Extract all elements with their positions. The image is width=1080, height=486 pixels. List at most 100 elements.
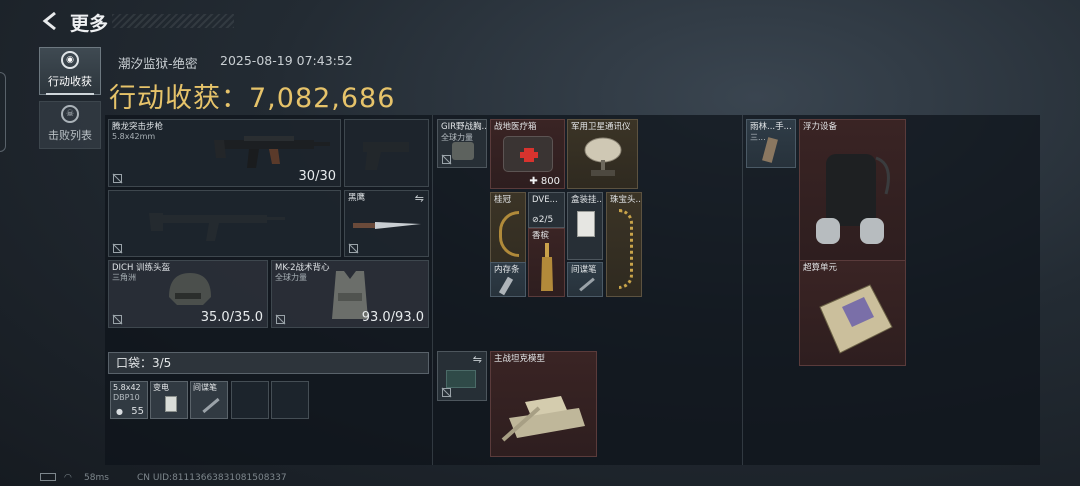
pistol-slot[interactable] bbox=[344, 119, 429, 187]
lock-icon: ⊘ bbox=[532, 215, 539, 224]
ammo-type: DBP10 bbox=[113, 393, 140, 402]
transformer-icon bbox=[165, 396, 177, 412]
pocket-empty-slot[interactable] bbox=[231, 381, 269, 419]
lock-icon bbox=[349, 244, 358, 253]
backpack-item-memory[interactable]: 内存条 bbox=[490, 262, 526, 297]
map-name: 潮汐监狱-绝密 bbox=[118, 56, 198, 71]
laurel-icon bbox=[499, 211, 519, 257]
item-brand: 三... bbox=[750, 133, 766, 142]
box-icon bbox=[577, 211, 595, 237]
item-name: 珠宝头... bbox=[610, 195, 642, 205]
pocket-item-ammo[interactable]: 5.8x42 DBP10 ● 55 bbox=[110, 381, 148, 419]
swap-icon[interactable]: ⇋ bbox=[473, 353, 482, 366]
skull-icon: ☠ bbox=[61, 105, 79, 123]
knife-icon bbox=[353, 222, 421, 229]
earnings-label: 行动收获： bbox=[109, 83, 249, 114]
back-button[interactable] bbox=[40, 10, 60, 32]
ammo-name: 5.8x42 bbox=[113, 383, 141, 392]
backpack-item-dve[interactable]: DVE... ⊘2/5 bbox=[528, 192, 565, 228]
lock-icon bbox=[442, 388, 451, 397]
weapon-ammo-count: 30/30 bbox=[298, 169, 336, 184]
armor-durability: 93.0/93.0 bbox=[361, 310, 424, 325]
safebox-item-rainforest[interactable]: 雨林...手... 三... bbox=[746, 119, 796, 168]
edge-handle bbox=[0, 72, 6, 152]
pen-icon bbox=[579, 277, 595, 292]
melee-slot[interactable]: 黑鹰 ⇋ bbox=[344, 190, 429, 257]
decorative-stripe bbox=[112, 14, 234, 28]
lock-icon bbox=[276, 315, 285, 324]
item-name: 内存条 bbox=[494, 265, 520, 275]
user-uid: CN UID:81113663831081508337 bbox=[137, 473, 287, 483]
backpack-item-tank-model[interactable]: 主战坦克模型 bbox=[490, 351, 597, 457]
backpack-item-medkit[interactable]: 战地医疗箱 ✚ 800 bbox=[490, 119, 565, 189]
helmet-slot[interactable]: DICH 训练头盔 三角洲 35.0/35.0 bbox=[108, 260, 268, 328]
backpack-item-champagne[interactable]: 香槟 bbox=[528, 228, 565, 297]
weapon-name: 腾龙突击步枪 bbox=[112, 122, 164, 132]
item-progress: ⊘2/5 bbox=[532, 215, 553, 225]
tab-loot[interactable]: ◉ 行动收获 bbox=[39, 47, 101, 95]
item-name: 超算单元 bbox=[803, 263, 838, 273]
ammo-count: 55 bbox=[131, 406, 144, 417]
rifle-silhouette-icon bbox=[149, 213, 285, 241]
raid-datetime: 2025-08-19 07:43:52 bbox=[220, 53, 353, 68]
item-name: 桂冠 bbox=[494, 195, 512, 205]
safebox-item-supercomputer[interactable]: 超算单元 bbox=[799, 260, 906, 366]
battery-icon bbox=[40, 473, 56, 481]
backpack-item-case[interactable]: ⇋ bbox=[437, 351, 487, 401]
armor-slot[interactable]: MK-2战术背心 全球力量 93.0/93.0 bbox=[271, 260, 429, 328]
pocket-empty-slot[interactable] bbox=[271, 381, 309, 419]
tank-icon bbox=[501, 396, 585, 442]
item-name: 浮力设备 bbox=[803, 122, 838, 132]
earnings-value: 7,082,686 bbox=[249, 83, 396, 114]
safebox-item-buoyancy[interactable]: 浮力设备 bbox=[799, 119, 906, 261]
pocket-item-spy-pen[interactable]: 间谍笔 bbox=[190, 381, 228, 419]
armor-name: MK-2战术背心 bbox=[275, 263, 330, 273]
item-name: DVE... bbox=[532, 195, 558, 205]
divider bbox=[432, 115, 433, 465]
item-name: 间谍笔 bbox=[571, 265, 597, 275]
item-progress-value: 2/5 bbox=[538, 215, 554, 225]
item-name: 战地医疗箱 bbox=[494, 122, 537, 132]
pocket-header: 口袋：3/5 bbox=[108, 352, 429, 374]
item-name: 香槟 bbox=[532, 231, 550, 241]
tab-kills[interactable]: ☠ 击败列表 bbox=[39, 101, 101, 149]
helmet-icon bbox=[169, 273, 211, 305]
pen-icon bbox=[202, 397, 220, 414]
helmet-durability: 35.0/35.0 bbox=[200, 310, 263, 325]
loot-icon: ◉ bbox=[61, 51, 79, 69]
lock-icon bbox=[113, 244, 122, 253]
satellite-dish-icon bbox=[584, 137, 622, 176]
backpack-item-boxed[interactable]: 盒装挂... bbox=[567, 192, 603, 260]
case-icon bbox=[446, 370, 476, 388]
backpack-item-jewelry[interactable]: 珠宝头... bbox=[606, 192, 642, 297]
pocket-item-transformer[interactable]: 变电 bbox=[150, 381, 188, 419]
bottle-icon bbox=[541, 243, 553, 291]
item-name: 主战坦克模型 bbox=[494, 354, 546, 364]
lock-icon bbox=[113, 174, 122, 183]
divider bbox=[742, 115, 743, 465]
earnings: 行动收获：7,082,686 bbox=[109, 76, 395, 115]
medkit-charges: ✚ 800 bbox=[529, 176, 560, 187]
secondary-weapon-slot[interactable] bbox=[108, 190, 341, 257]
backpack-item-satcom[interactable]: 军用卫星通讯仪 bbox=[567, 119, 638, 189]
melee-name: 黑鹰 bbox=[348, 193, 366, 203]
item-name: 盒装挂... bbox=[571, 195, 603, 205]
helmet-name: DICH 训练头盔 bbox=[112, 263, 171, 273]
item-name: GIR野战胸... bbox=[441, 122, 487, 132]
ping: 58ms bbox=[84, 473, 109, 483]
swap-icon[interactable]: ⇋ bbox=[415, 192, 424, 205]
armor-brand: 全球力量 bbox=[275, 273, 307, 282]
weapon-ammo: 5.8x42mm bbox=[112, 132, 156, 141]
item-name: 间谍笔 bbox=[193, 383, 217, 392]
item-name: 军用卫星通讯仪 bbox=[571, 122, 631, 132]
backpack-item-spy-pen[interactable]: 间谍笔 bbox=[567, 262, 603, 297]
tab-loot-label: 行动收获 bbox=[48, 75, 92, 88]
medkit-icon bbox=[503, 136, 553, 172]
item-name: 变电 bbox=[153, 383, 169, 392]
primary-weapon-slot[interactable]: 腾龙突击步枪 5.8x42mm 30/30 bbox=[108, 119, 341, 187]
lock-icon bbox=[113, 315, 122, 324]
medkit-count: 800 bbox=[540, 176, 560, 187]
buoyancy-device-icon bbox=[816, 154, 890, 244]
backpack-item-chest-rig[interactable]: GIR野战胸... 全球力量 bbox=[437, 119, 487, 168]
chest-rig-icon bbox=[452, 142, 474, 160]
